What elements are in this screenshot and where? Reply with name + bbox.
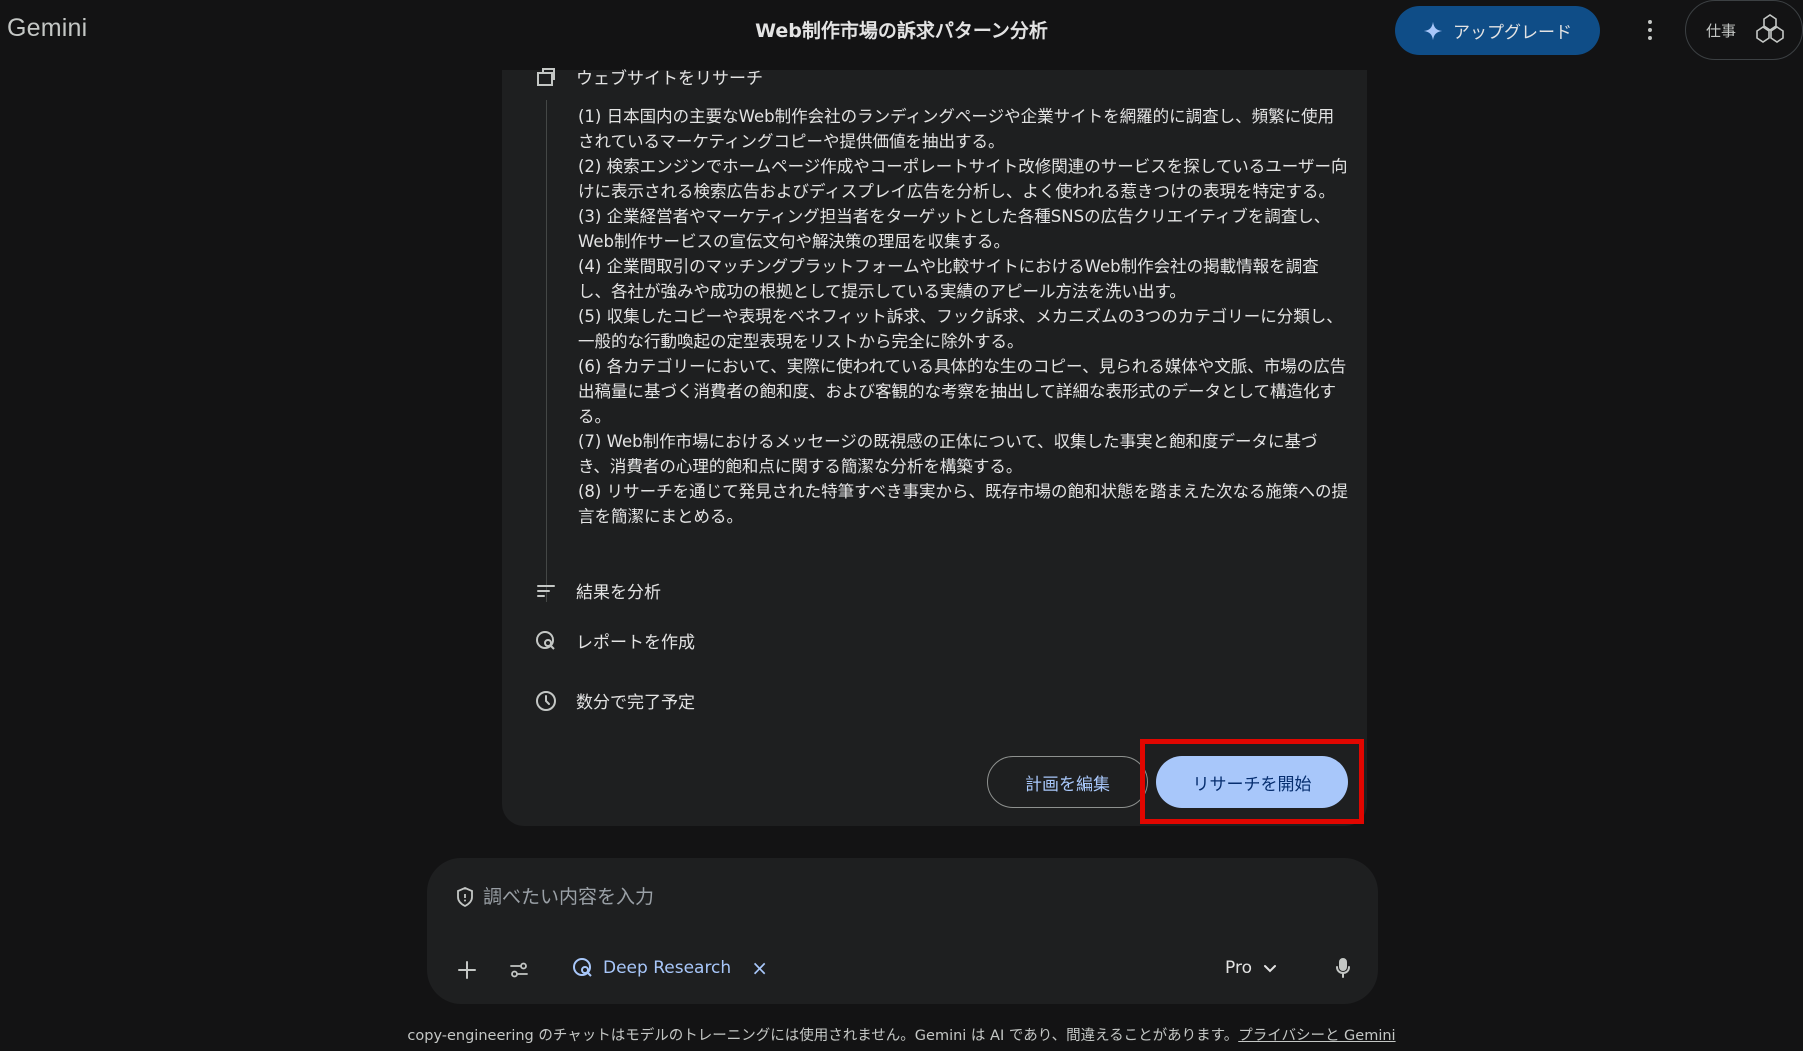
plan-item: (3) 企業経営者やマーケティング担当者をターゲットとした各種SNSの広告クリエ…	[578, 207, 1331, 251]
step-analyze: 結果を分析	[534, 578, 661, 603]
step-research-label: ウェブサイトをリサーチ	[576, 69, 763, 89]
plan-item: (4) 企業間取引のマッチングプラットフォームや比較サイトにおけるWeb制作会社…	[578, 257, 1319, 301]
upgrade-label: アップグレード	[1453, 23, 1572, 43]
plan-item: (7) Web制作市場におけるメッセージの既視感の正体について、収集した事実と飽…	[578, 432, 1318, 476]
plan-item: (2) 検索エンジンでホームページ作成やコーポレートサイト改修関連のサービスを探…	[578, 157, 1348, 201]
sparkle-icon	[1423, 21, 1443, 40]
gemini-logo[interactable]: Gemini	[7, 14, 87, 43]
disclaimer-footer: copy-engineering のチャットはモデルのトレーニングには使用されま…	[0, 1024, 1803, 1045]
step-eta-label: 数分で完了予定	[576, 693, 695, 713]
research-plan-card: ウェブサイトをリサーチ (1) 日本国内の主要なWeb制作会社のランディングペー…	[502, 67, 1367, 826]
step-eta: 数分で完了予定	[534, 688, 695, 713]
step-analyze-label: 結果を分析	[576, 583, 661, 603]
top-bar: Gemini Web制作市場の訴求パターン分析 アップグレード 仕事	[0, 0, 1803, 66]
chevron-down-icon	[1263, 965, 1276, 973]
more-options-icon[interactable]	[1639, 12, 1661, 48]
deep-research-chip[interactable]: Deep Research ×	[571, 950, 768, 986]
prompt-input[interactable]	[483, 886, 1183, 908]
web-research-icon	[537, 67, 555, 86]
privacy-link[interactable]: プライバシーと Gemini	[1238, 1028, 1395, 1044]
clock-icon	[536, 690, 556, 711]
account-avatar-icon	[1756, 14, 1784, 43]
remove-chip-icon[interactable]: ×	[751, 956, 768, 980]
deep-research-icon	[573, 958, 592, 977]
prompt-composer: Deep Research × Pro	[427, 858, 1378, 1004]
plan-item: (1) 日本国内の主要なWeb制作会社のランディングページや企業サイトを網羅的に…	[578, 107, 1335, 151]
plan-item: (6) 各カテゴリーにおいて、実際に使われている具体的な生のコピー、見られる媒体…	[578, 357, 1347, 426]
disclaimer-text: copy-engineering のチャットはモデルのトレーニングには使用されま…	[407, 1028, 1239, 1044]
start-research-button[interactable]: リサーチを開始	[1156, 756, 1348, 808]
analyze-lines-icon	[537, 584, 555, 597]
plan-steps-list: (1) 日本国内の主要なWeb制作会社のランディングページや企業サイトを網羅的に…	[578, 104, 1348, 529]
upgrade-button[interactable]: アップグレード	[1395, 6, 1600, 55]
account-switcher[interactable]: 仕事	[1685, 0, 1803, 60]
step-research: ウェブサイトをリサーチ	[534, 64, 763, 89]
plan-item: (5) 収集したコピーや表現をベネフィット訴求、フック訴求、メカニズムの3つのカ…	[578, 307, 1343, 351]
tools-settings-icon[interactable]	[499, 950, 539, 990]
workspace-label: 仕事	[1706, 21, 1737, 40]
timeline-line	[546, 100, 547, 602]
step-report-label: レポートを作成	[576, 633, 695, 653]
deep-research-label: Deep Research	[603, 958, 732, 978]
add-attachment-icon[interactable]	[447, 950, 487, 990]
model-selector[interactable]: Pro	[1225, 950, 1278, 986]
model-label: Pro	[1225, 958, 1252, 978]
step-report: レポートを作成	[534, 628, 695, 653]
report-globe-icon	[536, 630, 555, 650]
microphone-icon[interactable]	[1323, 948, 1363, 988]
edit-plan-button[interactable]: 計画を編集	[987, 756, 1148, 808]
shield-icon	[457, 887, 473, 908]
plan-item: (8) リサーチを通じて発見された特筆すべき事実から、既存市場の飽和状態を踏まえ…	[578, 482, 1348, 526]
prompt-input-row	[455, 886, 1183, 908]
